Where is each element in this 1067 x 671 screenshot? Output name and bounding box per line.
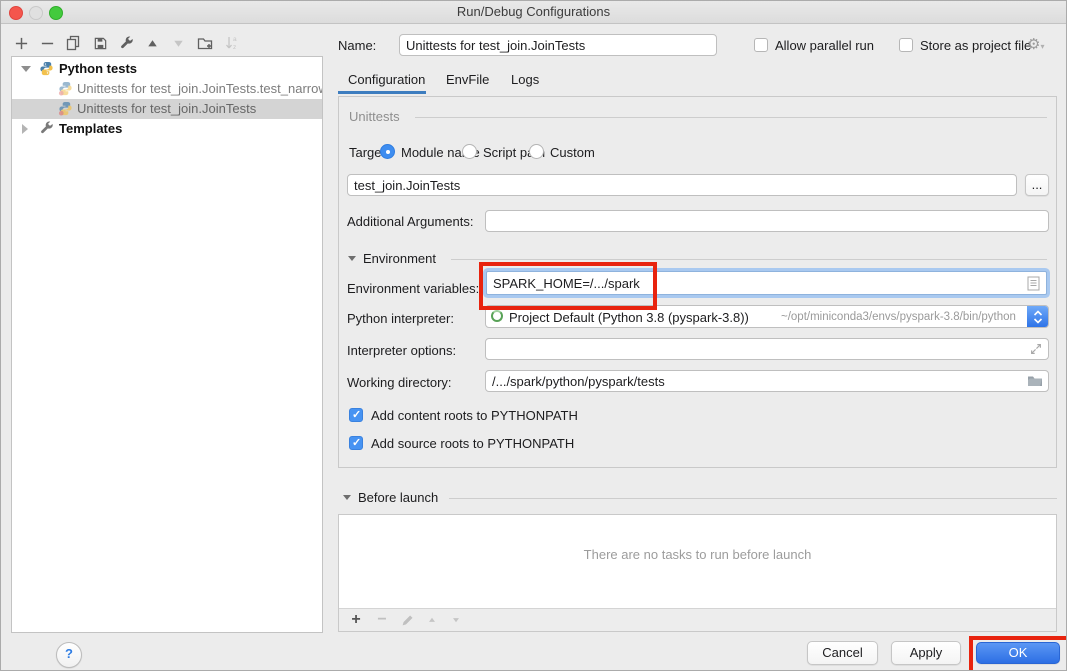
tree-item-label: Templates [59,121,122,136]
separator [451,259,1047,260]
tree-item-unittests-jointests[interactable]: Unittests for test_join.JoinTests [12,99,322,119]
allow-parallel-run-checkbox[interactable] [754,38,768,52]
window-title: Run/Debug Configurations [1,4,1066,19]
sort-alphabetically-icon: az [223,34,241,52]
move-task-down-icon [447,611,465,629]
tab-logs[interactable]: Logs [511,72,539,87]
expand-icon[interactable] [1029,342,1043,359]
add-content-roots-label: Add content roots to PYTHONPATH [371,408,578,423]
interpreter-options-label: Interpreter options: [347,343,456,358]
edit-task-icon [398,611,416,629]
additional-arguments-input[interactable] [485,210,1049,232]
apply-button[interactable]: Apply [891,641,961,665]
environment-variables-input[interactable] [486,271,1047,295]
add-source-roots-checkbox[interactable] [349,436,363,450]
tree-item-templates[interactable]: Templates [12,119,322,139]
active-tab-underline [338,91,426,94]
environment-variables-label: Environment variables: [347,281,479,296]
target-script-radio[interactable] [462,144,477,159]
help-button[interactable]: ? [56,642,82,668]
store-as-project-file-label: Store as project file [920,38,1031,53]
interpreter-value: Project Default (Python 3.8 (pyspark-3.8… [509,310,749,325]
store-as-project-file-checkbox[interactable] [899,38,913,52]
save-icon[interactable] [91,34,109,52]
gear-icon[interactable]: ⚙▾ [1027,37,1044,54]
titlebar: Run/Debug Configurations [1,1,1066,24]
configurations-tree: Python tests Unittests for test_join.Joi… [11,56,323,633]
configuration-panel: Unittests Target: Module name Script pat… [338,96,1057,468]
move-up-icon[interactable] [143,34,161,52]
python-interpreter-select[interactable]: Project Default (Python 3.8 (pyspark-3.8… [485,305,1049,328]
move-down-icon [169,34,187,52]
module-name-input[interactable] [347,174,1017,196]
before-launch-tasks-box: There are no tasks to run before launch … [338,514,1057,632]
name-label: Name: [338,38,376,53]
remove-task-icon: − [373,611,391,629]
add-source-roots-label: Add source roots to PYTHONPATH [371,436,574,451]
target-module-radio[interactable] [380,144,395,159]
remove-icon[interactable] [38,34,56,52]
combo-stepper-icon[interactable] [1027,306,1048,327]
working-directory-label: Working directory: [347,375,452,390]
browse-env-vars-icon[interactable] [1027,276,1040,294]
before-launch-label: Before launch [358,490,438,505]
new-folder-icon[interactable] [196,34,214,52]
tree-item-label: Unittests for test_join.JoinTests.test_n… [77,81,323,96]
interpreter-options-input[interactable] [485,338,1049,360]
conda-env-icon [491,310,503,322]
before-launch-toolbar: + − [339,608,1056,631]
folder-icon[interactable] [1027,374,1043,391]
allow-parallel-run-label: Allow parallel run [775,38,874,53]
wrench-icon [39,121,55,137]
target-custom-label: Custom [550,145,595,160]
tree-item-label: Unittests for test_join.JoinTests [77,101,256,116]
collapse-environment-icon[interactable] [348,256,356,261]
python-interpreter-label: Python interpreter: [347,311,454,326]
separator [415,117,1047,118]
interpreter-path: ~/opt/miniconda3/envs/pyspark-3.8/bin/py… [781,311,1016,323]
python-icon [39,61,55,77]
additional-arguments-label: Additional Arguments: [347,214,473,229]
separator [449,498,1057,499]
collapse-before-launch-icon[interactable] [343,495,351,500]
cancel-button[interactable]: Cancel [807,641,878,665]
environment-group-label: Environment [363,251,436,266]
add-task-icon[interactable]: + [347,611,365,629]
unittests-group-label: Unittests [349,109,400,124]
name-input[interactable] [399,34,717,56]
tree-item-python-tests[interactable]: Python tests [12,59,322,79]
add-content-roots-checkbox[interactable] [349,408,363,422]
tree-item-label: Python tests [59,61,137,76]
tree-item-unittests-narrow[interactable]: Unittests for test_join.JoinTests.test_n… [12,79,322,99]
edit-templates-icon[interactable] [117,34,135,52]
copy-icon[interactable] [64,34,82,52]
chevron-right-icon[interactable] [22,124,28,134]
move-task-up-icon [423,611,441,629]
chevron-down-icon[interactable] [21,66,31,72]
add-icon[interactable] [12,34,30,52]
before-launch-empty-text: There are no tasks to run before launch [339,547,1056,562]
svg-text:z: z [233,44,236,51]
svg-text:a: a [233,36,237,43]
python-test-icon [58,101,74,117]
ok-button[interactable]: OK [976,642,1060,664]
working-directory-input[interactable] [485,370,1049,392]
python-test-icon [58,81,74,97]
tab-configuration[interactable]: Configuration [348,72,425,87]
target-custom-radio[interactable] [529,144,544,159]
browse-button[interactable]: ... [1025,174,1049,196]
tab-envfile[interactable]: EnvFile [446,72,489,87]
run-debug-configurations-dialog: Run/Debug Configurations az Python tests [0,0,1067,671]
